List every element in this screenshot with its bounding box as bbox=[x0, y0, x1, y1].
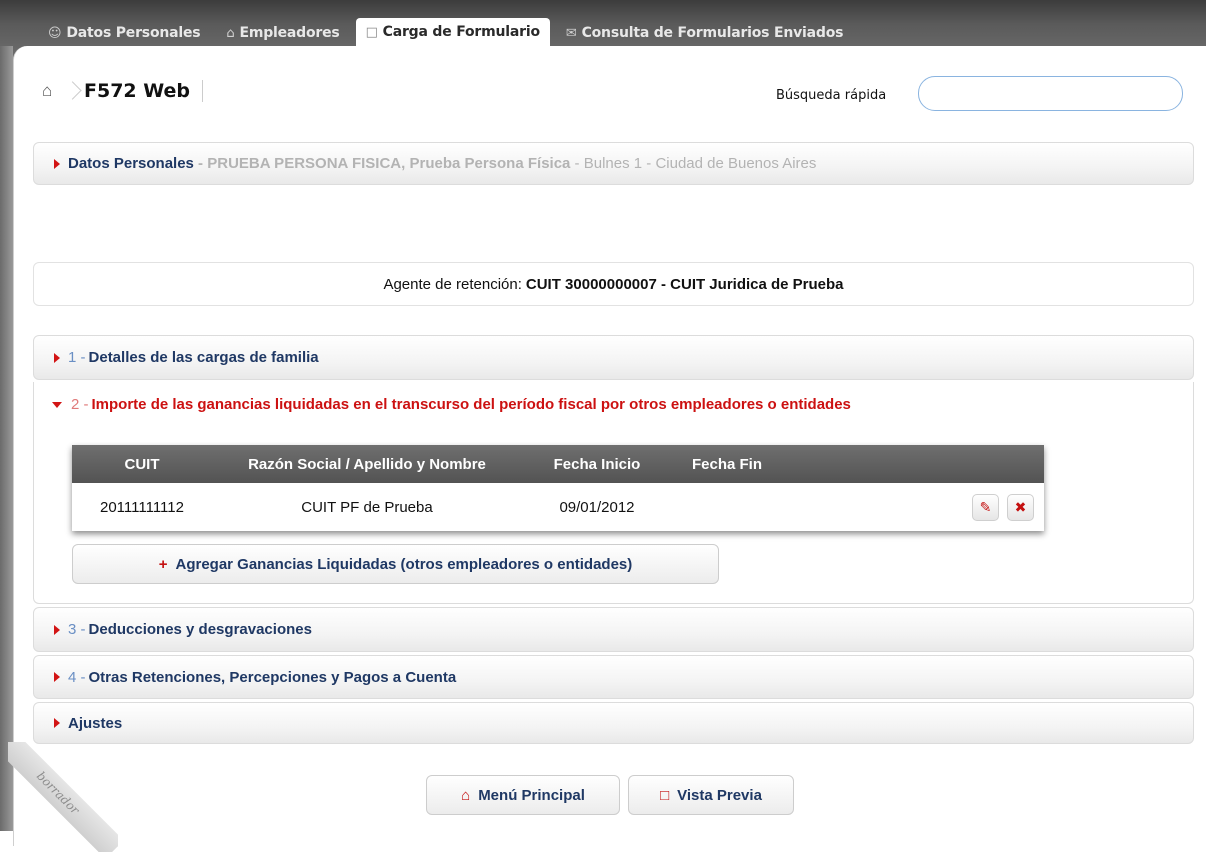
section-number: 4 - bbox=[68, 668, 86, 686]
earnings-table: CUIT Razón Social / Apellido y Nombre Fe… bbox=[72, 445, 1044, 531]
tab-label: Empleadores bbox=[239, 25, 340, 41]
expand-triangle-icon bbox=[54, 672, 60, 682]
tab-carga-formulario[interactable]: □ Carga de Formulario bbox=[355, 18, 550, 46]
mail-icon: ✉ bbox=[565, 25, 577, 41]
home-icon: ⌂ bbox=[461, 786, 471, 804]
agent-value: CUIT 30000000007 - CUIT Juridica de Prue… bbox=[525, 275, 844, 293]
breadcrumb-separator bbox=[66, 76, 76, 106]
left-frame bbox=[0, 46, 13, 831]
expand-triangle-icon bbox=[54, 624, 60, 635]
main-menu-label: Menú Principal bbox=[478, 786, 585, 804]
personal-data-sep: - bbox=[570, 155, 584, 172]
section-number: 1 - bbox=[68, 349, 86, 366]
watermark-text: borrador bbox=[8, 742, 118, 852]
section-label: Importe de las ganancias liquidadas en e… bbox=[91, 396, 851, 413]
personal-data-bar[interactable]: Datos Personales - PRUEBA PERSONA FISICA… bbox=[33, 142, 1194, 185]
home-icon[interactable]: ⌂ bbox=[42, 81, 62, 100]
agent-prefix: Agente de retención: bbox=[383, 275, 522, 293]
section-1-bar[interactable]: 1 - Detalles de las cargas de familia bbox=[33, 335, 1194, 380]
add-earnings-button[interactable]: + Agregar Ganancias Liquidadas (otros em… bbox=[72, 544, 719, 584]
tab-consulta-formularios[interactable]: ✉ Consulta de Formularios Enviados bbox=[556, 20, 853, 46]
column-header-fecha-fin: Fecha Fin bbox=[691, 455, 762, 473]
add-earnings-label: Agregar Ganancias Liquidadas (otros empl… bbox=[175, 555, 633, 573]
tab-empleadores[interactable]: ⌂ Empleadores bbox=[216, 20, 349, 46]
section-label: Deducciones y desgravaciones bbox=[88, 621, 312, 638]
section-number: 2 - bbox=[71, 396, 89, 413]
table-row: 20111111112 CUIT PF de Prueba 09/01/2012… bbox=[72, 483, 1044, 531]
page-title: F572 Web bbox=[84, 80, 191, 102]
edit-icon[interactable]: ✎ bbox=[972, 493, 999, 521]
section-3-bar[interactable]: 3 - Deducciones y desgravaciones bbox=[33, 607, 1194, 652]
section-number: 3 - bbox=[68, 621, 86, 638]
preview-label: Vista Previa bbox=[677, 786, 762, 804]
row-actions: ✎ ✖ bbox=[782, 493, 1044, 521]
tab-label: Carga de Formulario bbox=[382, 24, 540, 40]
person-icon: ☺ bbox=[48, 25, 62, 41]
personal-data-label: Datos Personales bbox=[68, 155, 194, 172]
search-input[interactable] bbox=[918, 76, 1183, 111]
building-icon: ⌂ bbox=[226, 25, 235, 41]
column-header-cuit: CUIT bbox=[124, 455, 160, 473]
cell-cuit: 20111111112 bbox=[100, 498, 184, 516]
main-menu-button[interactable]: ⌂ Menú Principal bbox=[426, 775, 620, 815]
delete-icon[interactable]: ✖ bbox=[1007, 493, 1034, 521]
preview-button[interactable]: □ Vista Previa bbox=[628, 775, 794, 815]
personal-data-name: PRUEBA PERSONA FISICA, Prueba Persona Fí… bbox=[207, 155, 571, 172]
personal-data-sep: - bbox=[193, 155, 208, 172]
table-header: CUIT Razón Social / Apellido y Nombre Fe… bbox=[72, 445, 1044, 483]
tab-label: Consulta de Formularios Enviados bbox=[581, 25, 844, 41]
expand-triangle-icon bbox=[54, 352, 60, 363]
column-header-fecha-inicio: Fecha Inicio bbox=[553, 455, 641, 473]
expand-triangle-icon bbox=[54, 718, 60, 728]
ajustes-bar[interactable]: Ajustes bbox=[33, 702, 1194, 744]
search-label: Búsqueda rápida bbox=[776, 88, 887, 103]
draft-watermark: borrador bbox=[8, 742, 118, 852]
cell-razon-social: CUIT PF de Prueba bbox=[301, 498, 433, 516]
main-tabs: ☺ Datos Personales ⌂ Empleadores □ Carga… bbox=[38, 18, 853, 46]
personal-data-address: Bulnes 1 - Ciudad de Buenos Aires bbox=[583, 155, 817, 172]
section-2-header[interactable]: 2 - Importe de las ganancias liquidadas … bbox=[52, 396, 851, 413]
document-icon: □ bbox=[660, 786, 670, 804]
retention-agent-box: Agente de retención: CUIT 30000000007 - … bbox=[33, 262, 1194, 306]
tab-datos-personales[interactable]: ☺ Datos Personales bbox=[38, 20, 210, 46]
cell-fecha-inicio: 09/01/2012 bbox=[559, 498, 635, 516]
section-label: Otras Retenciones, Percepciones y Pagos … bbox=[88, 668, 457, 686]
tab-label: Datos Personales bbox=[66, 25, 201, 41]
section-4-bar[interactable]: 4 - Otras Retenciones, Percepciones y Pa… bbox=[33, 655, 1194, 699]
column-header-razon-social: Razón Social / Apellido y Nombre bbox=[248, 455, 486, 473]
expand-triangle-icon bbox=[54, 158, 60, 169]
plus-icon: + bbox=[158, 555, 168, 573]
section-label: Detalles de las cargas de familia bbox=[88, 349, 319, 366]
section-label: Ajustes bbox=[68, 714, 123, 732]
breadcrumb: ⌂ F572 Web bbox=[42, 74, 204, 108]
document-icon: □ bbox=[365, 24, 378, 40]
title-divider bbox=[202, 80, 204, 102]
collapse-triangle-icon bbox=[52, 401, 62, 408]
